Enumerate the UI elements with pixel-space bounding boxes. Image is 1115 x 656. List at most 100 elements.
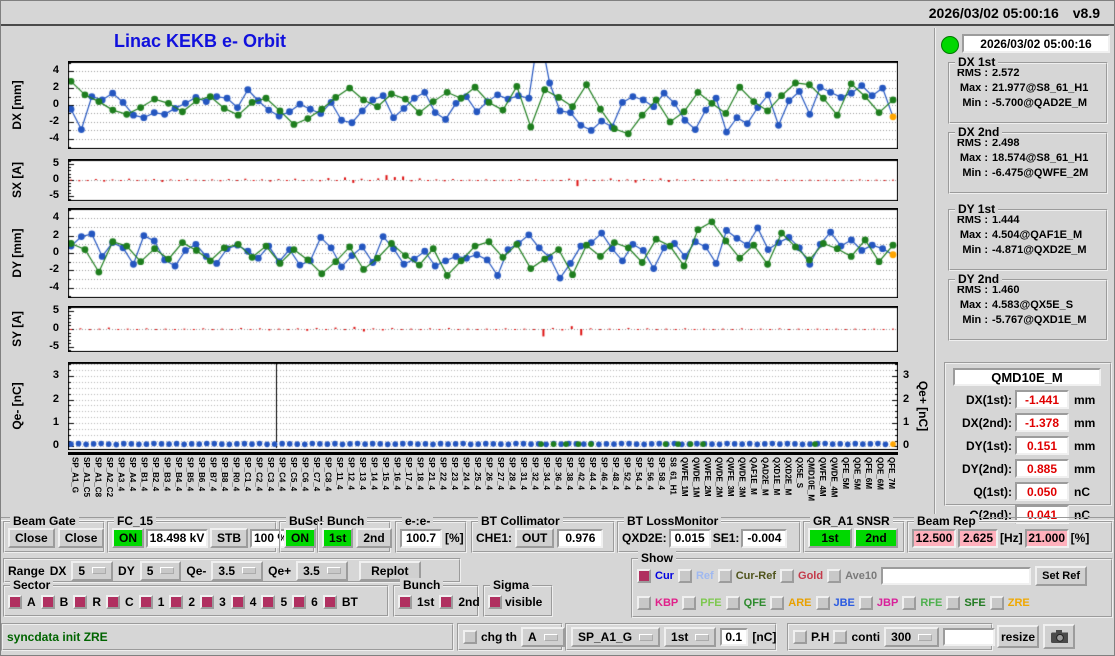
1st-checkbox[interactable] (398, 595, 412, 609)
rfe-checkbox[interactable] (902, 596, 917, 610)
ave10-checkbox[interactable] (827, 569, 842, 583)
bt-checkbox[interactable] (322, 595, 337, 609)
x-tick-label: S8_61_H1 (668, 457, 678, 495)
ref-checkbox[interactable] (677, 569, 692, 583)
gr-snsr-1st-button[interactable]: 1st (808, 528, 852, 548)
x-tick-label: SP_44_4 (588, 457, 597, 490)
x-tick-label: QWFE_4M (818, 457, 827, 497)
bunch-1st-button[interactable]: 1st (322, 528, 354, 548)
acquisition-box: P.H conti 300 (787, 623, 996, 651)
snapshot-button[interactable] (1043, 624, 1075, 649)
extra-input[interactable] (943, 628, 996, 646)
fc15-on-button[interactable]: ON (112, 528, 144, 548)
a-checkbox[interactable] (8, 595, 22, 609)
bt-collimator-box: BT Collimator CHE1: OUT 0.976 (471, 514, 615, 553)
6-checkbox[interactable] (292, 595, 307, 609)
pfe-checkbox[interactable] (682, 596, 697, 610)
range-qep-select[interactable]: 3.5 (296, 560, 348, 581)
bunch-2nd-button[interactable]: 2nd (356, 528, 392, 548)
range-dy-label: DY (118, 563, 135, 578)
conti-label: conti (851, 630, 881, 644)
range-dx-select[interactable]: 5 (71, 560, 114, 581)
sp-select-value: SP_A1_G (578, 630, 633, 644)
cur-checkbox[interactable] (637, 569, 651, 583)
count-select[interactable]: 300 (884, 627, 940, 647)
bt-collimator-label: BT Collimator (478, 514, 563, 528)
r-checkbox[interactable] (73, 595, 88, 609)
checkbox-label: Ave10 (845, 570, 878, 582)
range-qem-select[interactable]: 3.5 (211, 560, 264, 581)
x-tick-label: QWDE_2M (714, 457, 724, 498)
x-tick-label: SP_A3_4 (116, 457, 126, 492)
chg-th-value: A (528, 630, 537, 644)
bunch-box: Bunch 1st 2nd (317, 514, 392, 553)
x-tick-label: SP_C6_4 (300, 457, 310, 492)
b-checkbox[interactable] (40, 595, 55, 609)
3-checkbox[interactable] (200, 595, 215, 609)
dropdown-indicator-icon (160, 567, 175, 574)
monitor-row-value: -1.378 (1015, 413, 1069, 432)
jbp-checkbox[interactable] (858, 596, 873, 610)
busel-on-button[interactable]: ON (284, 528, 316, 548)
qe-plot (68, 362, 898, 450)
2nd-checkbox[interactable] (439, 595, 454, 609)
resize-button[interactable]: resize (997, 625, 1039, 648)
sector-label: Sector (10, 578, 54, 592)
chg-th-select[interactable]: A (521, 627, 565, 647)
set-ref-button[interactable]: Set Ref (1035, 566, 1088, 586)
y-tick-label: 0 (52, 246, 59, 258)
conti-checkbox[interactable] (833, 630, 848, 644)
sp-select[interactable]: SP_A1_G (571, 627, 661, 647)
ref-name-input[interactable] (881, 567, 1032, 585)
dropdown-indicator-icon (639, 633, 654, 641)
monitor-rows: DX(1st): -1.441 mm DX(2nd): -1.378 mm DY(1st):… (946, 388, 1110, 526)
sx-chart-row: SX [A] 5 0 -5 (1, 157, 931, 201)
y-tick-label: 0 (52, 322, 59, 334)
zre-checkbox[interactable] (989, 596, 1004, 610)
gold-checkbox[interactable] (780, 569, 795, 583)
right-panel: 2026/03/02 05:00:16 DX 1st RMS :2.572 Max … (934, 28, 1114, 524)
page-title: Linac KEKB e- Orbit (114, 31, 287, 51)
sfe-checkbox[interactable] (946, 596, 961, 610)
beam-gate-close-2-button[interactable]: Close (57, 528, 105, 548)
che1-out-button[interactable]: OUT (515, 528, 555, 548)
ph-checkbox[interactable] (793, 630, 807, 644)
checkbox-label: R (92, 595, 102, 609)
1-checkbox[interactable] (138, 595, 153, 609)
monitor-title: QMD10E_M (953, 368, 1101, 386)
2-checkbox[interactable] (169, 595, 184, 609)
x-tick-label: SP_22_4 (438, 457, 448, 490)
are-checkbox[interactable] (770, 596, 785, 610)
gr-snsr-2nd-button[interactable]: 2nd (854, 528, 898, 548)
range-dy-select[interactable]: 5 (139, 560, 182, 581)
x-tick-label: QAF1E_M (749, 457, 758, 495)
threshold-input[interactable] (720, 628, 749, 646)
x-tick-label: SP_C7_4 (312, 457, 321, 492)
5-checkbox[interactable] (261, 595, 276, 609)
cur-ref-checkbox[interactable] (717, 569, 732, 583)
dropdown-indicator-icon (695, 633, 710, 641)
qfe-checkbox[interactable] (725, 596, 740, 610)
x-tick-label: SP_B2_4 (151, 457, 160, 492)
checkbox-label: 2 (188, 595, 196, 609)
chg-th-checkbox[interactable] (463, 630, 477, 644)
fc15-stb-button[interactable]: STB (210, 528, 248, 548)
dx-chart-row: DX [mm] 4 2 0 -2 -4 (1, 61, 931, 149)
sigma-label: Sigma (490, 578, 533, 592)
x-tick-label: SP_13_4 (358, 457, 367, 490)
sigma-visible-checkbox[interactable] (488, 595, 502, 609)
bunch-order-value: 1st (671, 630, 689, 644)
x-tick-label: SP_52_4 (622, 457, 632, 490)
bunch-order-select[interactable]: 1st (664, 627, 717, 647)
c-checkbox[interactable] (106, 595, 121, 609)
4-checkbox[interactable] (230, 595, 245, 609)
y-tick-label: 0 (52, 98, 59, 110)
beam-gate-close-1-button[interactable]: Close (8, 528, 55, 548)
stat-row-value: 4.504@QAF1E_M (992, 229, 1083, 241)
beam-rep-value-2: 2.625 (958, 528, 998, 548)
beam-gate-label: Beam Gate (10, 514, 79, 528)
jbe-checkbox[interactable] (815, 596, 830, 610)
kbp-checkbox[interactable] (637, 596, 651, 610)
gr-snsr-label: GR_A1 SNSR (810, 514, 893, 528)
y-tick-label: 2 (52, 392, 59, 405)
